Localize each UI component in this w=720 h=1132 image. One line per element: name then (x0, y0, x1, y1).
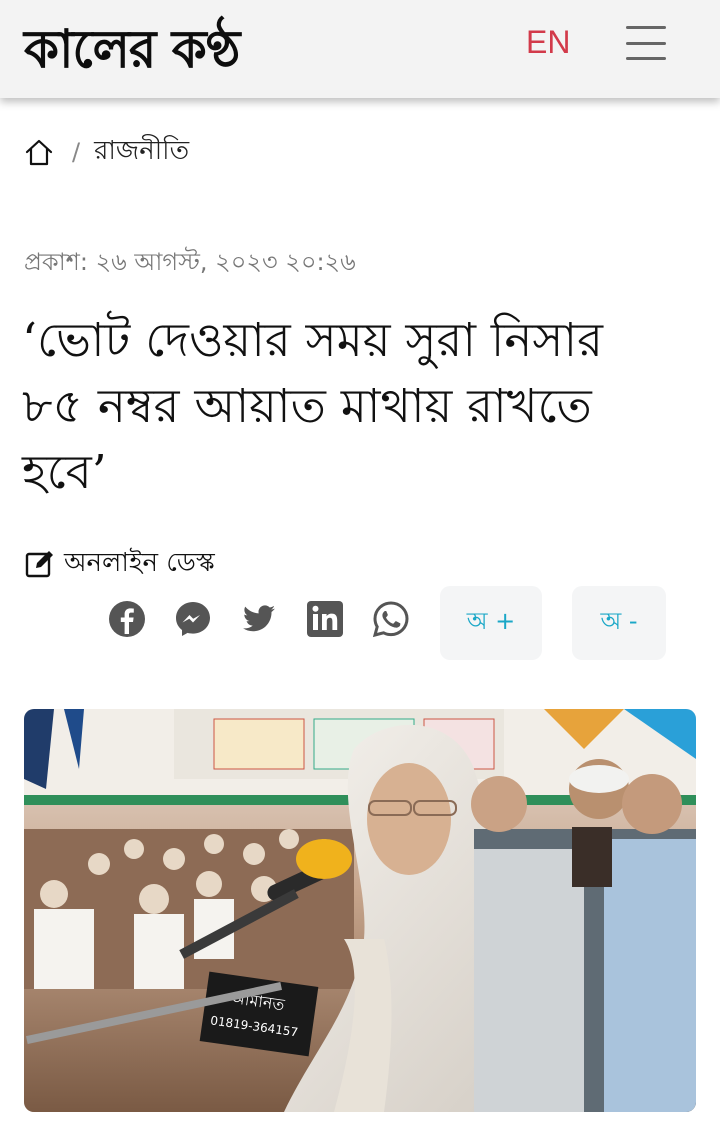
breadcrumb-section-link[interactable]: রাজনীতি (94, 130, 189, 174)
share-toolbar: অ + অ - (0, 586, 720, 662)
whatsapp-icon[interactable] (372, 600, 410, 638)
menu-line (626, 26, 666, 29)
menu-line (626, 57, 666, 60)
site-logo[interactable]: কালের কণ্ঠ (24, 12, 240, 86)
author-line: অনলাইন ডেস্ক (24, 544, 215, 584)
language-toggle-button[interactable]: EN (526, 24, 570, 60)
twitter-icon[interactable] (240, 600, 278, 638)
breadcrumb: / রাজনীতি (24, 134, 189, 170)
menu-line (626, 41, 666, 45)
edit-icon (25, 551, 53, 578)
font-decrease-button[interactable]: অ - (572, 586, 666, 660)
home-icon[interactable] (24, 137, 54, 167)
messenger-icon[interactable] (174, 600, 212, 638)
photo-illustration: আমানত 01819-364157 (24, 709, 696, 1112)
facebook-icon[interactable] (108, 600, 146, 638)
publish-date: প্রকাশ: ২৬ আগস্ট, ২০২৩ ২০:২৬ (24, 248, 356, 276)
breadcrumb-separator: / (72, 138, 81, 166)
linkedin-icon[interactable] (306, 600, 344, 638)
hamburger-menu-icon[interactable] (626, 26, 666, 60)
article-lead-photo[interactable]: আমানত 01819-364157 (24, 709, 696, 1112)
font-increase-button[interactable]: অ + (440, 586, 542, 660)
author-name[interactable]: অনলাইন ডেস্ক (64, 542, 215, 586)
top-navigation-bar: কালের কণ্ঠ EN (0, 0, 720, 98)
article-headline: ‘ভোট দেওয়ার সময় সুরা নিসার ৮৫ নম্বর আয… (22, 313, 603, 500)
